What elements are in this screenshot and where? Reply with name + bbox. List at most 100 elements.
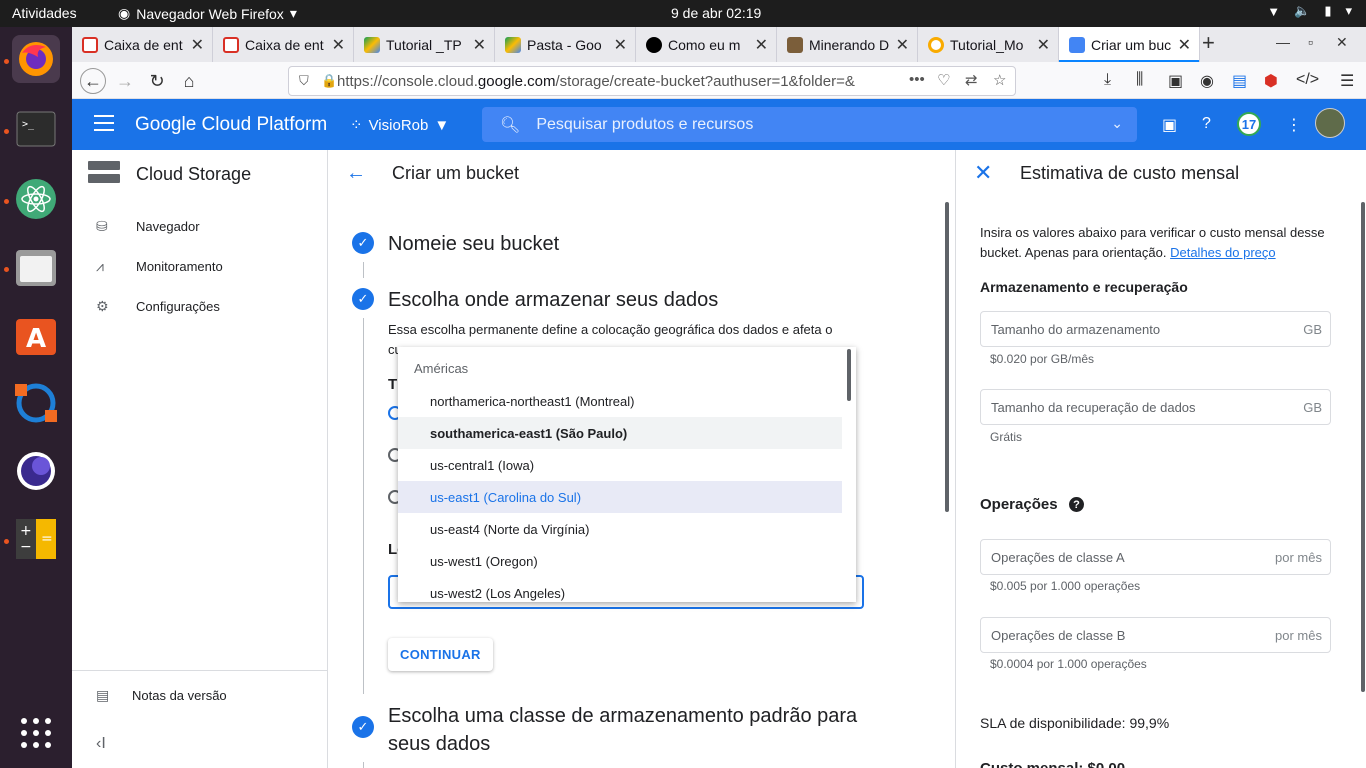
dropdown-option[interactable]: us-west2 (Los Angeles) (398, 577, 842, 602)
minimize-icon[interactable]: — (1276, 34, 1290, 50)
avatar[interactable] (1315, 108, 1345, 138)
home-icon[interactable]: ⌂ (176, 68, 202, 94)
project-selector[interactable]: ⁘ VisioRob ▼ (350, 116, 449, 135)
forward-icon[interactable]: → (112, 68, 138, 94)
drive-icon (364, 36, 380, 53)
search-input[interactable]: 🔍︎ Pesquisar produtos e recursos ⌄ (482, 107, 1137, 142)
reload-icon[interactable]: ↻ (144, 68, 170, 94)
dropdown-option[interactable]: us-central1 (Iowa) (398, 449, 842, 481)
menu-icon[interactable]: ☰ (1340, 71, 1354, 91)
atom-dock-icon[interactable] (12, 175, 60, 223)
storage-size-field[interactable]: Tamanho do armazenamento GB (980, 311, 1331, 347)
gcp-brand[interactable]: Google Cloud Platform (135, 114, 327, 136)
panel-intro: Insira os valores abaixo para verificar … (980, 225, 1325, 260)
google-translate-icon[interactable]: ▤ (1232, 71, 1247, 91)
calculator-dock-icon[interactable]: + − = (12, 515, 60, 563)
more-vert-icon[interactable]: ⋮ (1286, 115, 1302, 135)
translate-icon[interactable]: ⇄ (965, 71, 978, 89)
url-bar[interactable]: ⛉ 🔒 https://console.cloud.google.com/sto… (288, 66, 1016, 96)
battery-icon: ▮ (1324, 3, 1332, 18)
terminal-dock-icon[interactable]: >_ (12, 105, 60, 153)
close-tab-icon[interactable]: ✕ (614, 35, 627, 55)
adblock-icon[interactable]: ⬢ (1264, 71, 1278, 91)
step-name-bucket[interactable]: ✓ Nomeie seu bucket (352, 230, 559, 258)
collapse-sidebar-icon[interactable]: ‹I (96, 735, 106, 753)
sidebar-item-configuracoes[interactable]: ⚙ Configurações (72, 286, 328, 326)
step-location[interactable]: ✓ Escolha onde armazenar seus dados (352, 286, 718, 314)
back-arrow-icon[interactable]: ← (346, 162, 366, 185)
continue-button[interactable]: CONTINUAR (388, 638, 493, 671)
browser-tab[interactable]: Tutorial _TP ✕ (354, 27, 495, 62)
dropdown-option[interactable]: us-east4 (Norte da Virgínia) (398, 513, 842, 545)
gmail-icon (82, 36, 98, 53)
pocket-icon[interactable]: ♡ (937, 71, 950, 89)
dropdown-option[interactable]: northamerica-northeast1 (Montreal) (398, 385, 842, 417)
browser-tab[interactable]: Pasta - Goo ✕ (495, 27, 636, 62)
show-apps-grid-icon[interactable] (12, 709, 60, 757)
maximize-icon[interactable]: ▫ (1308, 34, 1313, 50)
class-a-operations-field[interactable]: Operações de classe A por mês (980, 539, 1331, 575)
close-tab-icon[interactable]: ✕ (191, 35, 204, 55)
scrollbar[interactable] (945, 202, 949, 512)
close-icon[interactable]: ✕ (974, 160, 992, 186)
firefox-small-icon: ◉ (118, 5, 131, 21)
library-icon[interactable]: ⫼ (1136, 71, 1143, 89)
software-center-dock-icon[interactable]: A (12, 311, 60, 359)
activities-button[interactable]: Atividades (12, 5, 77, 21)
screen-recorder-dock-icon[interactable] (12, 447, 60, 495)
hamburger-menu-icon[interactable] (94, 115, 114, 136)
browser-tab[interactable]: Minerando D ✕ (777, 27, 918, 62)
close-tab-icon[interactable]: ✕ (1178, 35, 1191, 55)
dropdown-scrollbar[interactable] (847, 349, 851, 401)
new-tab-icon[interactable]: + (1202, 30, 1215, 56)
download-icon[interactable]: ⤓ (1104, 71, 1111, 89)
close-tab-icon[interactable]: ✕ (473, 35, 486, 55)
notifications-badge[interactable]: 17 (1237, 112, 1261, 136)
sidebar-icon[interactable]: ▣ (1168, 71, 1183, 91)
cloud-shell-icon[interactable]: ▣ (1162, 115, 1177, 135)
storage-heading: Armazenamento e recuperação (980, 279, 1188, 295)
browser-tab[interactable]: Caixa de ent ✕ (72, 27, 213, 62)
close-tab-icon[interactable]: ✕ (755, 35, 768, 55)
release-notes-link[interactable]: ▤ Notas da versão (72, 675, 328, 715)
app-menu[interactable]: ◉ Navegador Web Firefox ▾ (118, 5, 297, 22)
browser-tab[interactable]: Como eu m ✕ (636, 27, 777, 62)
class-b-operations-field[interactable]: Operações de classe B por mês (980, 617, 1331, 653)
browser-tab[interactable]: Tutorial_Mo ✕ (918, 27, 1059, 62)
firefox-dock-icon[interactable] (12, 35, 60, 83)
system-tray[interactable]: ▼ 🔈 ▮ ▾ (1267, 3, 1352, 19)
cloud-storage-icon (88, 161, 120, 183)
close-tab-icon[interactable]: ✕ (1037, 35, 1050, 55)
files-dock-icon[interactable] (12, 243, 60, 291)
retrieval-size-field[interactable]: Tamanho da recuperação de dados GB (980, 389, 1331, 425)
help-icon[interactable]: ? (1069, 497, 1084, 512)
step-storage-class[interactable]: ✓ Escolha uma classe de armazenamento pa… (352, 702, 872, 758)
browser-tab-active[interactable]: Criar um buc ✕ (1059, 27, 1200, 62)
close-window-icon[interactable]: ✕ (1336, 34, 1348, 51)
bucket-icon: ⛁ (96, 217, 108, 234)
step-connector (363, 318, 364, 694)
storage-hint: $0.020 por GB/mês (990, 352, 1095, 366)
extension-icon[interactable]: ◉ (1200, 71, 1214, 91)
close-tab-icon[interactable]: ✕ (896, 35, 909, 55)
dropdown-option-selected[interactable]: us-east1 (Carolina do Sul) (398, 481, 842, 513)
sidebar-item-monitoramento[interactable]: ⩘ Monitoramento (72, 246, 328, 286)
bookmark-star-icon[interactable]: ☆ (993, 71, 1006, 89)
chevron-down-icon[interactable]: ⌄ (1111, 115, 1123, 132)
scrollbar[interactable] (1361, 202, 1365, 692)
back-icon[interactable]: ← (80, 68, 106, 94)
sidebar-item-navegador[interactable]: ⛁ Navegador (72, 206, 328, 246)
ubuntu-make-dock-icon[interactable] (12, 379, 60, 427)
devtools-icon[interactable]: </> (1296, 71, 1319, 89)
shield-icon: ⛉ (299, 73, 309, 88)
clock[interactable]: 9 de abr 02:19 (671, 5, 761, 21)
dropdown-option[interactable]: us-west1 (Oregon) (398, 545, 842, 577)
chart-icon: ⩘ (96, 257, 104, 274)
dropdown-option[interactable]: southamerica-east1 (São Paulo) (398, 417, 842, 449)
price-details-link[interactable]: Detalhes do preço (1170, 245, 1276, 260)
page-actions-icon[interactable]: ••• (909, 71, 925, 88)
gmail-icon (223, 36, 239, 53)
close-tab-icon[interactable]: ✕ (332, 35, 345, 55)
help-icon[interactable]: ? (1202, 115, 1211, 133)
browser-tab[interactable]: Caixa de ent ✕ (213, 27, 354, 62)
